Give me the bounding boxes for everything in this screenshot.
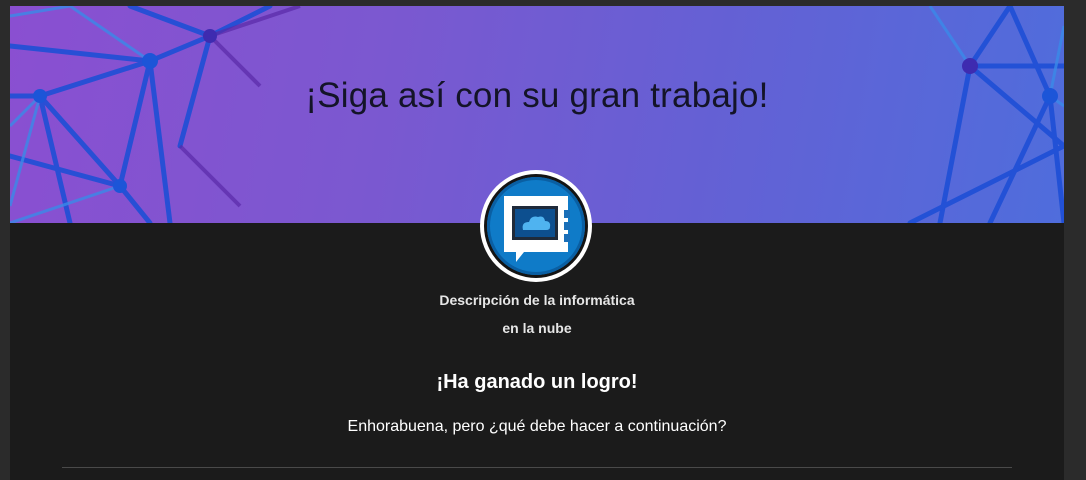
module-title-line2: en la nube bbox=[502, 320, 572, 336]
divider bbox=[62, 467, 1012, 468]
achievement-dialog: ¡Siga así con su gran trabajo! Descripci… bbox=[10, 6, 1064, 480]
achievement-message: Enhorabuena, pero ¿qué debe hacer a cont… bbox=[347, 418, 727, 435]
module-title-line1: Descripción de la informática bbox=[439, 292, 635, 308]
banner-title: ¡Siga así con su gran trabajo! bbox=[305, 76, 769, 115]
cloud-monitor-badge-icon bbox=[504, 196, 570, 262]
achievement-badge bbox=[480, 170, 592, 282]
achievement-heading: ¡Ha ganado un logro! bbox=[436, 371, 638, 393]
